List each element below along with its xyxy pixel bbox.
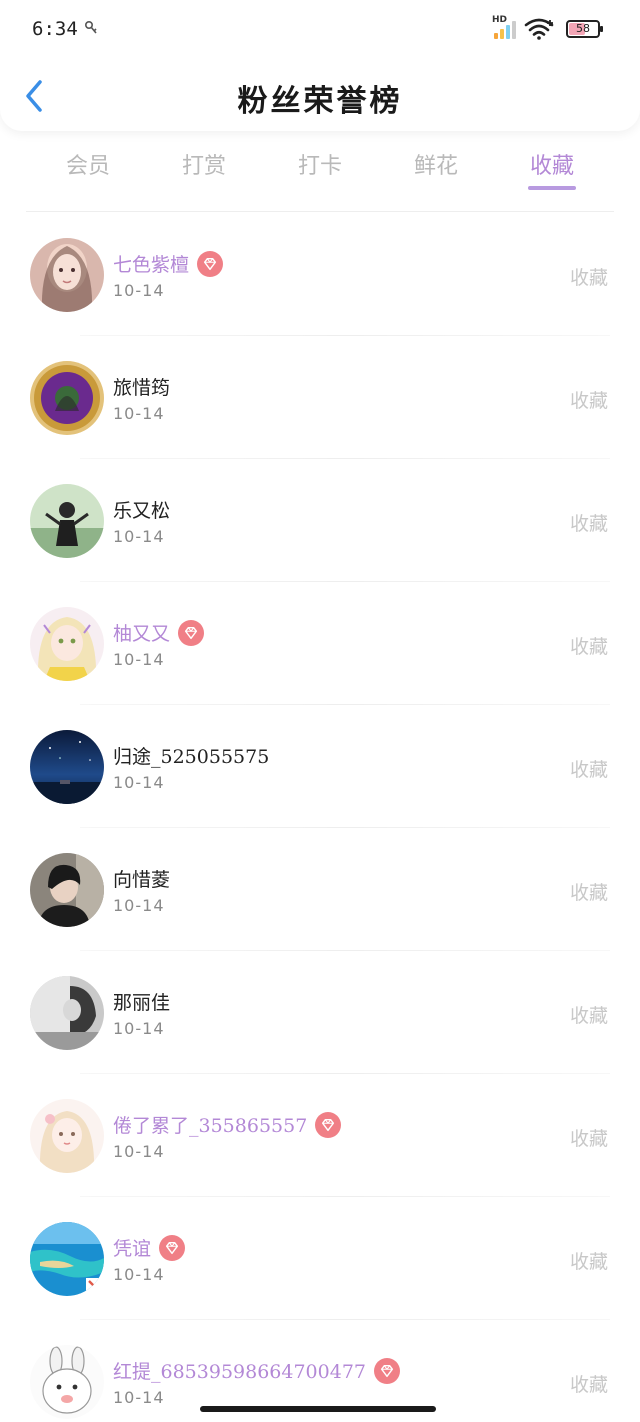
- signal-icon: HD: [492, 15, 516, 39]
- fan-name[interactable]: 那丽佳: [113, 988, 170, 1015]
- fan-date: 10-14: [113, 650, 165, 669]
- status-time: 6:34: [32, 18, 78, 40]
- tab-3[interactable]: 鲜花: [378, 140, 494, 212]
- fan-date: 10-14: [113, 1265, 165, 1284]
- status-icons: HD 58: [492, 15, 603, 42]
- vip-diamond-icon: [178, 619, 205, 646]
- fan-action-label: 收藏: [569, 882, 608, 904]
- fan-date: 10-14: [113, 404, 165, 423]
- fan-action-label: 收藏: [569, 513, 608, 535]
- fan-date: 10-14: [113, 896, 165, 915]
- fan-name[interactable]: 向惜菱: [113, 865, 170, 892]
- vip-diamond-icon: [159, 1234, 186, 1261]
- tab-1[interactable]: 打赏: [146, 140, 262, 212]
- avatar[interactable]: [30, 1222, 104, 1296]
- avatar[interactable]: [30, 238, 104, 312]
- home-indicator[interactable]: [200, 1406, 436, 1412]
- fan-list-item[interactable]: 柚又又 10-14 收藏: [0, 582, 640, 705]
- key-icon: [84, 20, 97, 34]
- vip-diamond-icon: [374, 1357, 401, 1384]
- fan-name-line: 倦了累了_355865557: [113, 1111, 342, 1138]
- fan-name[interactable]: 旅惜筠: [113, 373, 170, 400]
- avatar[interactable]: [30, 361, 104, 435]
- battery-level: 58: [576, 22, 590, 35]
- fan-name-line: 红提_685395986647004​77: [113, 1357, 401, 1384]
- fan-action-label: 收藏: [569, 1128, 608, 1150]
- fan-date: 10-14: [113, 1142, 165, 1161]
- fan-name-line: 那丽佳: [113, 988, 170, 1015]
- vip-diamond-icon: [315, 1111, 342, 1138]
- fan-name[interactable]: 倦了累了_355865557: [113, 1111, 307, 1138]
- fan-action-label: 收藏: [569, 1005, 608, 1027]
- fan-name-line: 乐又松: [113, 496, 170, 523]
- page-title: 粉丝荣誉榜: [237, 84, 403, 119]
- fan-list-item[interactable]: 倦了累了_355865557 10-14 收藏: [0, 1074, 640, 1197]
- fan-action-label: 收藏: [569, 759, 608, 781]
- fan-list-item[interactable]: 乐又松 10-14 收藏: [0, 459, 640, 582]
- fan-name-line: 柚又又: [113, 619, 205, 646]
- fan-date: 10-14: [113, 281, 165, 300]
- wifi-icon: [524, 18, 554, 40]
- vip-diamond-icon: [197, 250, 224, 277]
- fan-list-item[interactable]: 旅惜筠 10-14 收藏: [0, 336, 640, 459]
- avatar[interactable]: [30, 607, 104, 681]
- fan-name[interactable]: 柚又又: [113, 619, 170, 646]
- avatar[interactable]: [30, 976, 104, 1050]
- tab-2[interactable]: 打卡: [262, 140, 378, 212]
- network-label: HD: [492, 15, 508, 25]
- fan-list-item[interactable]: 向惜菱 10-14 收藏: [0, 828, 640, 951]
- battery-icon: 58: [566, 20, 603, 38]
- fan-name-line: 向惜菱: [113, 865, 170, 892]
- fan-action-label: 收藏: [569, 1374, 608, 1396]
- fan-date: 10-14: [113, 527, 165, 546]
- avatar[interactable]: [30, 1099, 104, 1173]
- fan-list-item[interactable]: 凭谊 10-14 收藏: [0, 1197, 640, 1320]
- fan-list: 七色紫檀 10-14 收藏 旅惜筠 10-14 收藏 乐又松 10-14 收藏 柚又又 10-14 收…: [0, 213, 640, 1422]
- fan-list-item[interactable]: 七色紫檀 10-14 收藏: [0, 213, 640, 336]
- fan-action-label: 收藏: [569, 636, 608, 658]
- fan-date: 10-14: [113, 773, 165, 792]
- avatar[interactable]: [30, 730, 104, 804]
- fan-name-line: 凭谊: [113, 1234, 186, 1261]
- avatar[interactable]: [30, 484, 104, 558]
- fan-date: 10-14: [113, 1019, 165, 1038]
- fan-name[interactable]: 红提_685395986647004​77: [113, 1357, 366, 1384]
- fan-name[interactable]: 归途_525055575: [113, 742, 269, 769]
- fan-name-line: 归途_525055575: [113, 742, 269, 769]
- status-bar: 6:34 HD 58: [0, 0, 640, 58]
- fan-action-label: 收藏: [569, 390, 608, 412]
- tabs-divider: [26, 211, 614, 212]
- fan-list-item[interactable]: 那丽佳 10-14 收藏: [0, 951, 640, 1074]
- fan-list-item[interactable]: 归途_525055575 10-14 收藏: [0, 705, 640, 828]
- fan-name[interactable]: 乐又松: [113, 496, 170, 523]
- fan-name[interactable]: 七色紫檀: [113, 250, 189, 277]
- avatar[interactable]: [30, 853, 104, 927]
- fan-name-line: 旅惜筠: [113, 373, 170, 400]
- fan-date: 10-14: [113, 1388, 165, 1407]
- fan-action-label: 收藏: [569, 267, 608, 289]
- avatar[interactable]: [30, 1345, 104, 1419]
- fan-name[interactable]: 凭谊: [113, 1234, 151, 1261]
- tab-4[interactable]: 收藏: [494, 140, 610, 212]
- fan-name-line: 七色紫檀: [113, 250, 224, 277]
- tab-bar: 会员 打赏 打卡 鲜花 收藏: [30, 140, 610, 212]
- tab-0[interactable]: 会员: [30, 140, 146, 212]
- fan-action-label: 收藏: [569, 1251, 608, 1273]
